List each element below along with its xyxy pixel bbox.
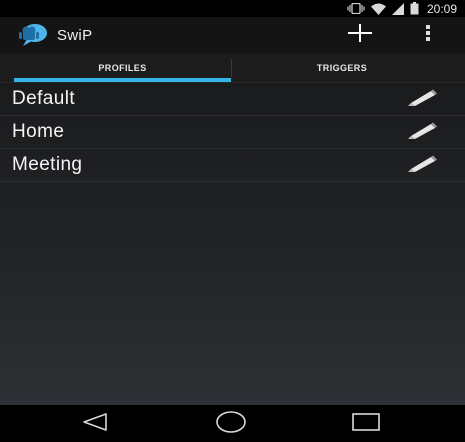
overflow-menu-button[interactable] bbox=[414, 21, 442, 49]
tab-divider bbox=[231, 59, 232, 77]
pencil-icon bbox=[406, 153, 438, 178]
edit-profile-button[interactable] bbox=[404, 86, 440, 112]
wifi-icon bbox=[370, 3, 386, 15]
profile-name: Default bbox=[12, 88, 76, 109]
vibrate-icon bbox=[347, 3, 365, 14]
profile-row-default[interactable]: Default bbox=[0, 83, 465, 116]
nav-recents-button[interactable] bbox=[342, 409, 390, 439]
profile-row-home[interactable]: Home bbox=[0, 116, 465, 149]
tab-triggers[interactable]: TRIGGERS bbox=[234, 53, 450, 83]
nav-back-button[interactable] bbox=[71, 409, 119, 439]
status-bar: 20:09 bbox=[0, 0, 465, 17]
profile-row-meeting[interactable]: Meeting bbox=[0, 149, 465, 182]
profile-name: Home bbox=[12, 121, 65, 142]
overflow-menu-icon bbox=[424, 24, 432, 47]
battery-icon bbox=[410, 2, 419, 15]
back-icon bbox=[81, 412, 109, 437]
app-screen: 20:09 SwiP PROFILES TRIGGERS Default Hom… bbox=[0, 0, 465, 442]
navigation-bar bbox=[0, 405, 465, 442]
profile-list: Default Home Meeting bbox=[0, 83, 465, 405]
edit-profile-button[interactable] bbox=[404, 152, 440, 178]
recents-icon bbox=[351, 412, 381, 437]
pencil-icon bbox=[406, 120, 438, 145]
add-icon bbox=[346, 21, 374, 50]
add-profile-button[interactable] bbox=[343, 21, 377, 49]
app-title: SwiP bbox=[57, 26, 93, 44]
edit-profile-button[interactable] bbox=[404, 119, 440, 145]
action-bar: SwiP bbox=[0, 17, 465, 53]
tab-triggers-label: TRIGGERS bbox=[316, 63, 368, 73]
signal-icon bbox=[391, 2, 404, 15]
status-time: 20:09 bbox=[426, 1, 457, 16]
tab-profiles-label: PROFILES bbox=[98, 63, 147, 73]
pencil-icon bbox=[406, 87, 438, 112]
home-icon bbox=[214, 410, 248, 439]
nav-home-button[interactable] bbox=[207, 409, 255, 439]
profile-name: Meeting bbox=[12, 154, 83, 175]
app-logo-icon[interactable] bbox=[18, 22, 48, 48]
